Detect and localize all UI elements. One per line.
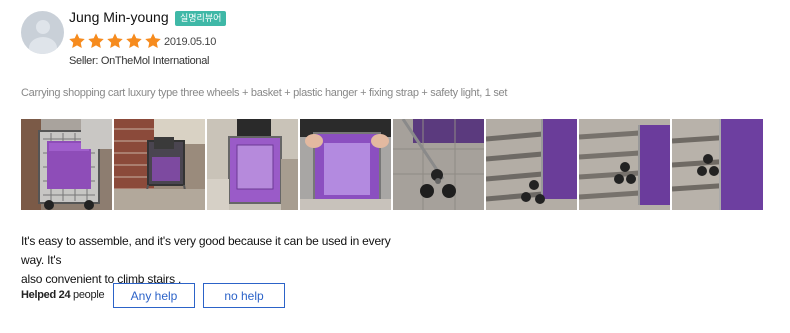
review-photo-2[interactable] — [114, 119, 205, 210]
helpful-suffix: people — [73, 289, 105, 301]
helpful-prefix: Helped — [21, 289, 56, 301]
reviewer-avatar — [21, 11, 64, 54]
reviewer-name: Jung Min-young — [69, 9, 169, 25]
review-photo-8[interactable] — [672, 119, 763, 210]
review-photo-strip — [21, 119, 763, 210]
rating-stars — [68, 32, 162, 50]
avatar-body-shape — [29, 37, 57, 54]
review-body: It's easy to assemble, and it's very goo… — [21, 232, 411, 289]
verified-reviewer-badge: 실명리뷰어 — [175, 11, 227, 26]
helpful-count: Helped 24 people — [21, 289, 105, 301]
helpful-yes-button[interactable]: Any help — [113, 283, 195, 308]
review-text-line: It's easy to assemble, and it's very goo… — [21, 234, 391, 267]
review-photo-1[interactable] — [21, 119, 112, 210]
seller-info: Seller: OnTheMol International — [69, 55, 210, 67]
seller-label: Seller: — [69, 55, 101, 67]
star-icon — [69, 33, 85, 49]
review-photo-3[interactable] — [207, 119, 298, 210]
seller-name: OnTheMol International — [100, 55, 210, 67]
star-icon — [88, 33, 104, 49]
review-date: 2019.05.10 — [164, 36, 217, 48]
avatar-head-shape — [36, 20, 50, 34]
star-icon — [145, 33, 161, 49]
star-icon — [126, 33, 142, 49]
helpful-number: 24 — [58, 289, 71, 301]
review-photo-7[interactable] — [579, 119, 670, 210]
star-icon — [107, 33, 123, 49]
helpful-no-button[interactable]: no help — [203, 283, 285, 308]
product-option: Carrying shopping cart luxury type three… — [21, 87, 508, 99]
review-photo-5[interactable] — [393, 119, 484, 210]
review-photo-4[interactable] — [300, 119, 391, 210]
review-photo-6[interactable] — [486, 119, 577, 210]
